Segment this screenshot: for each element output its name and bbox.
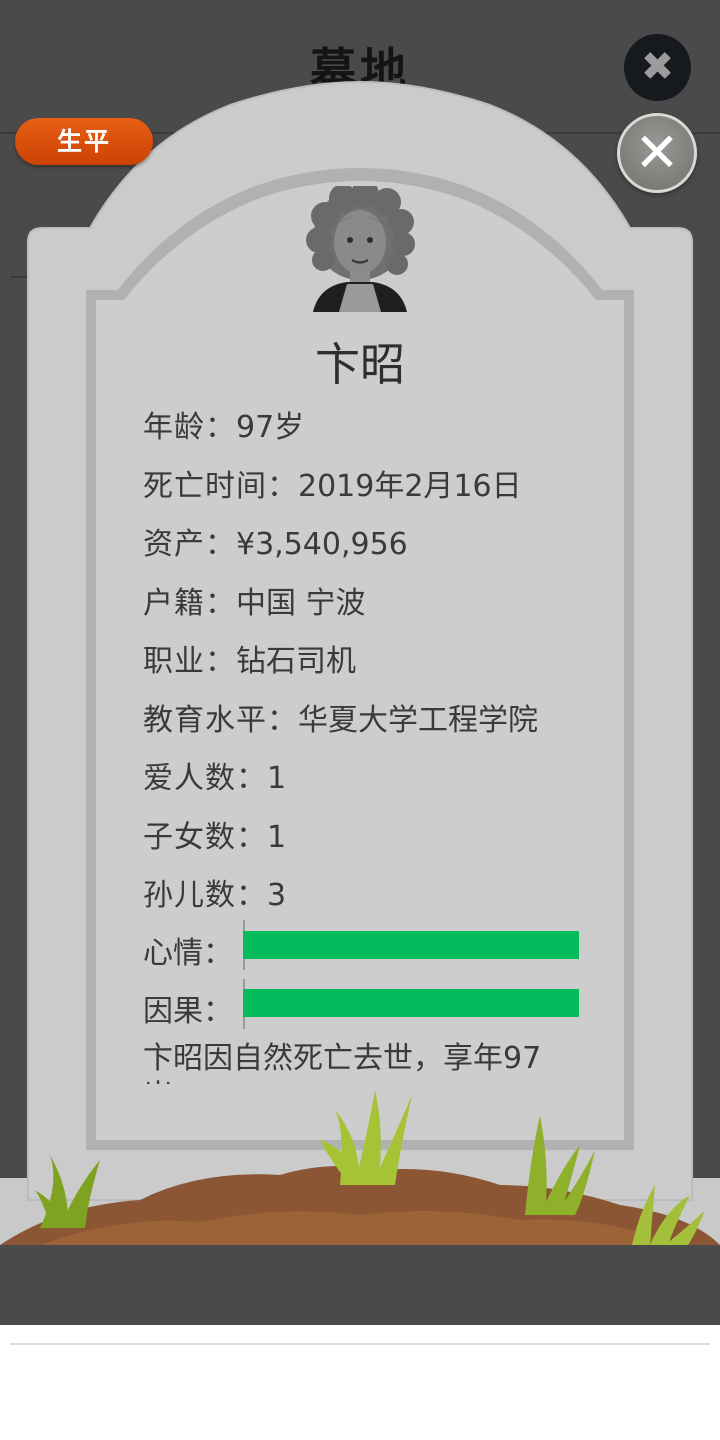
field-spouses: 爱人数：1 [143, 761, 287, 796]
tab-life-story[interactable]: 生平 [15, 118, 153, 165]
close-icon: ✕ [634, 121, 680, 184]
mood-label: 心情： [143, 936, 233, 971]
field-age: 年龄：97岁 [143, 410, 305, 445]
bottom-overlay [0, 1245, 720, 1325]
field-grandchildren: 孙儿数：3 [143, 878, 287, 913]
bottom-divider [10, 1343, 710, 1345]
karma-bar [243, 989, 579, 1017]
mood-bar [243, 931, 579, 959]
field-children: 子女数：1 [143, 820, 287, 855]
karma-label: 因果： [143, 994, 233, 1029]
field-hometown: 户籍：中国 宁波 [143, 586, 366, 621]
karma-bar-fill [243, 989, 579, 1017]
field-death-date: 死亡时间：2019年2月16日 [143, 469, 522, 504]
field-occupation: 职业：钻石司机 [143, 644, 356, 679]
field-education: 教育水平：华夏大学工程学院 [143, 703, 538, 738]
elderly-woman-avatar-icon [306, 186, 415, 312]
close-button[interactable]: ✕ [617, 113, 697, 193]
mood-bar-fill [243, 931, 579, 959]
field-assets: 资产：¥3,540,956 [143, 527, 408, 562]
deceased-name: 卞昭 [314, 338, 405, 391]
life-story-text: 卞昭因自然死亡去世，享年97岁， [143, 1041, 542, 1084]
